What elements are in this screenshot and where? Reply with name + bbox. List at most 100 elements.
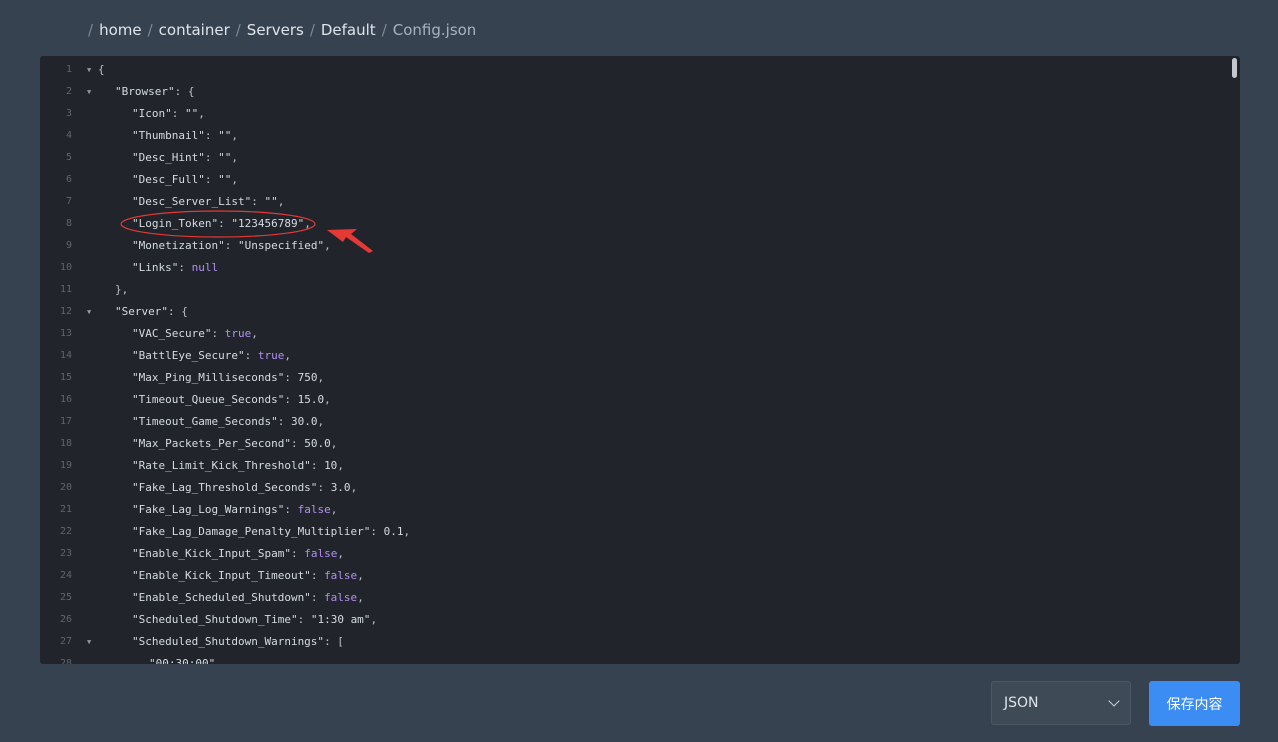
code-token: ,	[357, 591, 364, 604]
breadcrumb-item-container[interactable]: container	[159, 21, 230, 39]
code-token: "Fake_Lag_Log_Warnings"	[132, 503, 285, 516]
breadcrumb-item-default[interactable]: Default	[321, 21, 376, 39]
code-token: : {	[167, 305, 188, 318]
fold-toggle-icon[interactable]: ▼	[87, 59, 91, 81]
code-token: ,	[231, 129, 238, 142]
code-token: 10	[324, 459, 338, 472]
code-text: "Max_Packets_Per_Second": 50.0,	[98, 433, 337, 455]
code-token: false	[324, 591, 358, 604]
code-text: "Browser": {	[98, 81, 194, 103]
line-number: 9	[65, 240, 72, 251]
code-text: "Desc_Server_List": "",	[98, 191, 284, 213]
code-token: ,	[215, 657, 222, 664]
line-number: 4	[65, 130, 72, 141]
save-button[interactable]: 保存内容	[1149, 681, 1240, 726]
code-line: 9 "Monetization": "Unspecified",	[40, 235, 1226, 257]
code-line: 13 "VAC_Secure": true,	[40, 323, 1226, 345]
code-text: "Fake_Lag_Log_Warnings": false,	[98, 499, 337, 521]
code-text: "Enable_Scheduled_Shutdown": false,	[98, 587, 364, 609]
line-number: 16	[59, 394, 72, 405]
code-token: "Scheduled_Shutdown_Time"	[132, 613, 298, 626]
line-number: 25	[59, 592, 72, 603]
code-token: "Server"	[115, 305, 168, 318]
code-token: ,	[317, 371, 325, 384]
code-lines: 1 ▼{2 ▼ "Browser": {3 "Icon": "", 4 "Thumbnail…	[40, 59, 1226, 664]
code-token: : [	[324, 635, 344, 648]
code-text: "Fake_Lag_Threshold_Seconds": 3.0,	[98, 477, 357, 499]
code-line: 27 ▼ "Scheduled_Shutdown_Warnings": [	[40, 631, 1226, 653]
code-token: "Thumbnail"	[132, 129, 205, 142]
fold-toggle-icon[interactable]: ▼	[87, 301, 91, 323]
code-token: :	[290, 437, 305, 450]
code-token: ,	[324, 239, 331, 252]
code-token: "Fake_Lag_Threshold_Seconds"	[132, 481, 318, 494]
line-number: 15	[59, 372, 72, 383]
line-number: 26	[59, 614, 72, 625]
line-number: 22	[59, 526, 72, 537]
code-token: ,	[337, 459, 344, 472]
code-token: 750	[297, 371, 318, 384]
code-token: ,	[277, 195, 285, 208]
format-select[interactable]: JSON	[991, 681, 1131, 725]
code-editor[interactable]: 1 ▼{2 ▼ "Browser": {3 "Icon": "", 4 "Thumbnail…	[40, 56, 1240, 664]
line-number: 6	[65, 174, 72, 185]
code-line: 15 "Max_Ping_Milliseconds": 750,	[40, 367, 1226, 389]
code-token: ,	[198, 107, 205, 120]
code-line: 18 "Max_Packets_Per_Second": 50.0,	[40, 433, 1226, 455]
code-text: "VAC_Secure": true,	[98, 323, 258, 345]
code-text: "Scheduled_Shutdown_Time": "1:30 am",	[98, 609, 377, 631]
breadcrumb-separator: /	[147, 21, 153, 39]
code-token: 15.0	[297, 393, 325, 406]
code-token: ,	[330, 503, 338, 516]
code-token: "Timeout_Game_Seconds"	[132, 415, 278, 428]
code-token: "Max_Packets_Per_Second"	[132, 437, 291, 450]
code-token: "Desc_Full"	[132, 173, 205, 186]
code-line: 25 "Enable_Scheduled_Shutdown": false,	[40, 587, 1226, 609]
editor-scrollbar[interactable]	[1230, 56, 1240, 664]
code-token: "Timeout_Queue_Seconds"	[132, 393, 285, 406]
breadcrumb-item-home[interactable]: home	[99, 21, 142, 39]
scrollbar-thumb[interactable]	[1232, 58, 1237, 78]
code-token: 30.0	[290, 415, 318, 428]
code-token: ""	[264, 195, 278, 208]
code-token: "Enable_Kick_Input_Spam"	[132, 547, 291, 560]
fold-toggle-icon[interactable]: ▼	[87, 631, 91, 653]
code-token: "Monetization"	[132, 239, 225, 252]
code-line: 28 "00:30:00",	[40, 653, 1226, 664]
code-token: false	[324, 569, 358, 582]
code-text: "Icon": "",	[98, 103, 205, 125]
line-number: 19	[59, 460, 72, 471]
code-token: :	[251, 195, 265, 208]
code-text: "Fake_Lag_Damage_Penalty_Multiplier": 0.…	[98, 521, 410, 543]
code-token: "Fake_Lag_Damage_Penalty_Multiplier"	[132, 525, 371, 538]
breadcrumb-separator: /	[235, 21, 241, 39]
code-token: :	[224, 239, 238, 252]
line-number: 17	[59, 416, 72, 427]
code-token: {	[98, 63, 105, 76]
code-token: ,	[231, 173, 238, 186]
line-number: 2	[65, 86, 72, 97]
code-token: :	[204, 151, 219, 164]
code-text: "Desc_Hint": "",	[98, 147, 238, 169]
code-text: },	[98, 279, 128, 301]
code-token: :	[171, 107, 185, 120]
breadcrumb-item-servers[interactable]: Servers	[247, 21, 304, 39]
code-line: 11},	[40, 279, 1226, 301]
code-token: :	[370, 525, 384, 538]
code-token: null	[191, 261, 219, 274]
code-line: 23 "Enable_Kick_Input_Spam": false,	[40, 543, 1226, 565]
code-token: "Login_Token"	[132, 217, 219, 230]
code-token: ,	[304, 217, 311, 230]
code-line: 8 "Login_Token": "123456789",	[40, 213, 1226, 235]
code-token: ,	[337, 547, 344, 560]
code-text: "Enable_Kick_Input_Timeout": false,	[98, 565, 364, 587]
code-token: :	[277, 415, 291, 428]
code-text: "BattlEye_Secure": true,	[98, 345, 291, 367]
code-token: "Unspecified"	[237, 239, 325, 252]
line-number: 3	[65, 108, 72, 119]
code-text: "Links": null	[98, 257, 218, 279]
code-token: false	[304, 547, 338, 560]
fold-toggle-icon[interactable]: ▼	[87, 81, 91, 103]
line-number: 23	[59, 548, 72, 559]
code-token: ,	[284, 349, 291, 362]
